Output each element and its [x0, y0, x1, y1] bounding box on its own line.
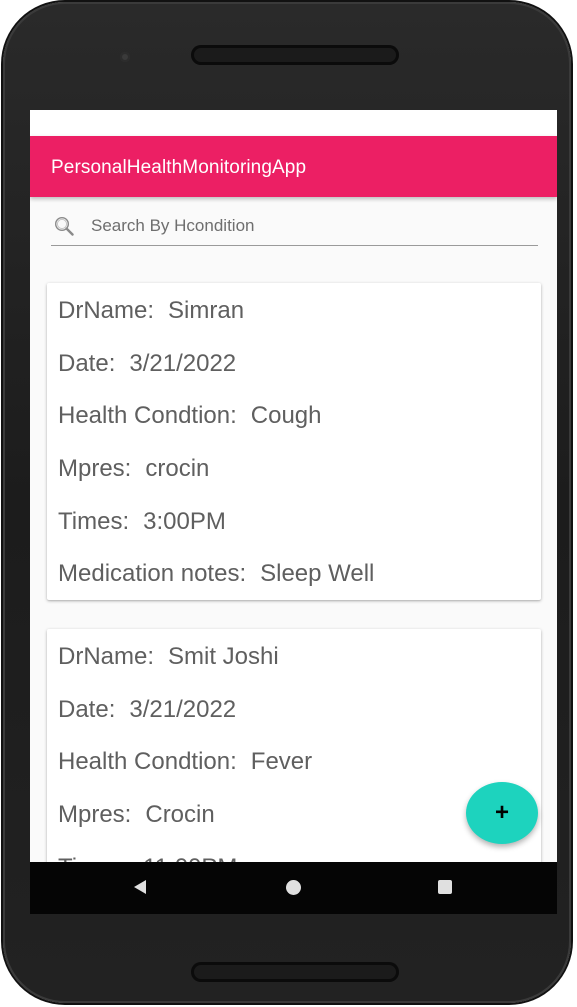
dr-name-row: DrName: Smit Joshi [58, 643, 279, 671]
app-bar: PersonalHealthMonitoringApp [30, 136, 557, 197]
health-condition-value: Fever [250, 748, 313, 775]
mpres-label: Mpres: [58, 801, 132, 828]
date-row: Date: 3/21/2022 [58, 696, 236, 724]
search-input[interactable] [91, 214, 531, 238]
mpres-value: Crocin [145, 801, 215, 828]
navigation-bar [30, 862, 557, 914]
recent-square-icon[interactable] [438, 880, 452, 894]
add-record-button[interactable]: + [466, 782, 538, 844]
dr-name-row: DrName: Simran [58, 297, 244, 325]
health-condition-label: Health Condtion: [58, 748, 237, 775]
dr-name-value: Smit Joshi [168, 643, 279, 670]
medication-notes-label: Medication notes: [58, 560, 247, 587]
medication-notes-row: Medication notes: Sleep Well [58, 560, 374, 588]
add-icon: + [494, 799, 509, 826]
date-row: Date: 3/21/2022 [58, 350, 236, 378]
medication-notes-value: Sleep Well [260, 560, 375, 587]
record-card[interactable]: DrName: Simran Date: 3/21/2022 Health Cond… [47, 283, 541, 600]
search-icon [54, 216, 74, 236]
date-label: Date: [58, 696, 116, 723]
health-condition-label: Health Condtion: [58, 402, 237, 429]
bottom-speaker [191, 962, 399, 982]
times-label: Times: [58, 508, 130, 535]
date-value: 3/21/2022 [129, 696, 237, 723]
back-triangle-icon[interactable] [134, 880, 146, 894]
dr-name-label: DrName: [58, 643, 155, 670]
times-row: Times: 3:00PM [58, 508, 226, 536]
home-circle-icon[interactable] [286, 880, 301, 895]
dr-name-value: Simran [168, 297, 245, 324]
dr-name-label: DrName: [58, 297, 155, 324]
device-screen: PersonalHealthMonitoringApp DrName: Simra… [30, 110, 557, 914]
date-label: Date: [58, 350, 116, 377]
app-title: PersonalHealthMonitoringApp [51, 157, 307, 178]
date-value: 3/21/2022 [129, 350, 237, 377]
health-condition-row: Health Condtion: Cough [58, 402, 322, 430]
health-condition-row: Health Condtion: Fever [58, 748, 312, 776]
mpres-row: Mpres: crocin [58, 455, 209, 483]
status-bar [30, 110, 557, 136]
times-value: 3:00PM [143, 508, 226, 535]
mpres-row: Mpres: Crocin [58, 801, 215, 829]
mpres-label: Mpres: [58, 455, 132, 482]
earpiece-speaker [191, 45, 399, 65]
health-condition-value: Cough [250, 402, 322, 429]
search-bar[interactable] [51, 210, 538, 246]
mpres-value: crocin [145, 455, 210, 482]
front-camera [120, 52, 130, 62]
